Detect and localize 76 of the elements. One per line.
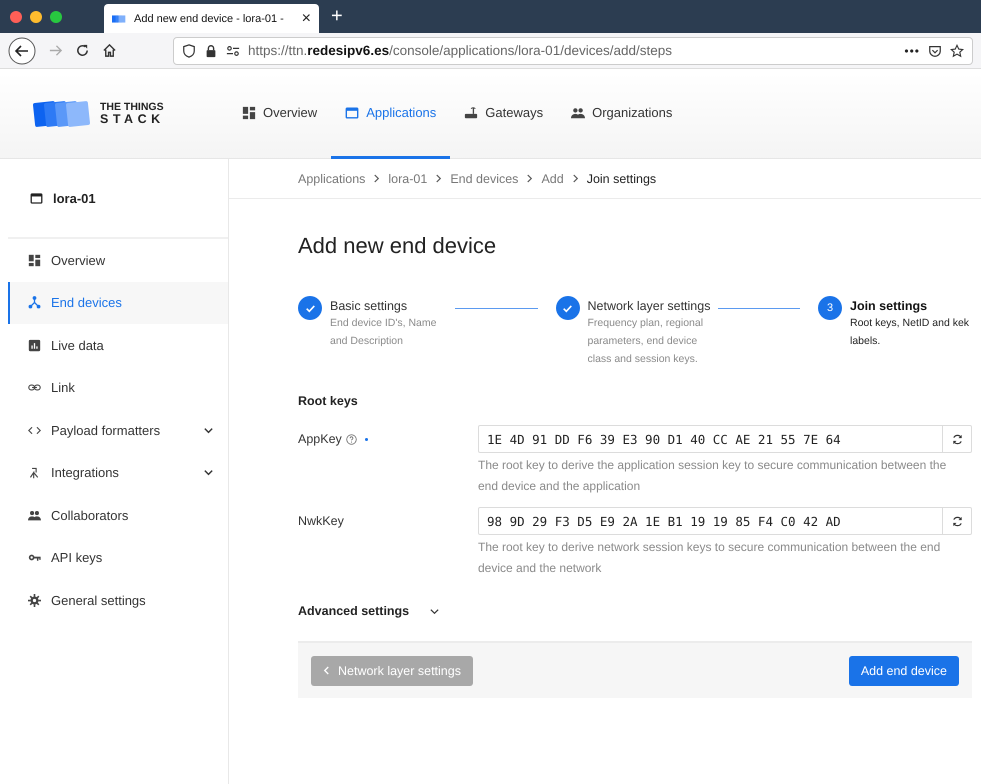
refresh-icon (950, 432, 964, 446)
router-icon (464, 106, 478, 120)
section-title: Root keys (298, 394, 359, 408)
step-title: Join settings (850, 299, 928, 313)
field-description: The root key to derive the application session key to secure communication between the end device and the application (478, 457, 948, 495)
dashboard-icon (28, 254, 41, 267)
step-title: Network layer settings (588, 299, 712, 313)
help-icon[interactable] (346, 434, 357, 444)
chevron-left-icon (323, 666, 330, 675)
logo-icon (112, 14, 128, 24)
nav-tab[interactable]: Gateways (450, 69, 558, 159)
dashboard-icon (242, 106, 256, 120)
breadcrumb-link[interactable]: lora-01 (388, 172, 428, 186)
logo-text: THE THINGS (100, 102, 165, 112)
home-icon[interactable] (102, 43, 117, 58)
chart-icon (28, 338, 41, 352)
regenerate-button[interactable] (942, 425, 972, 453)
sidebar-item[interactable]: General settings (8, 579, 228, 622)
field-description: The root key to derive network session keys to secure communication between the end device and the network (478, 539, 942, 577)
close-tab-button[interactable]: × (302, 10, 311, 28)
sidebar-item[interactable]: Live data (8, 324, 228, 366)
step-number: 3 (818, 296, 842, 320)
sidebar-item[interactable]: Link (8, 366, 228, 409)
step-description: Root keys, NetID and kek labels. (850, 316, 970, 349)
maximize-window-icon[interactable] (50, 10, 62, 22)
url-text: https://ttn.redesipv6.es/console/applications/lora-01/devices/add/steps (248, 43, 674, 58)
reload-icon[interactable] (75, 43, 90, 58)
window-icon (345, 106, 360, 120)
shield-icon (182, 44, 196, 58)
gear-icon (28, 594, 41, 607)
more-menu-button[interactable]: ••• (904, 44, 920, 58)
sidebar-item[interactable]: Collaborators (8, 494, 228, 536)
people-icon (28, 508, 41, 522)
lock-icon (204, 44, 218, 58)
chevron-right-icon (526, 174, 534, 183)
sidebar-item[interactable]: Integrations (8, 452, 228, 494)
chevron-right-icon (373, 174, 380, 183)
people-icon (571, 106, 586, 120)
chevron-right-icon (435, 174, 442, 183)
advanced-settings-toggle[interactable]: Advanced settings (298, 604, 410, 618)
chevron-right-icon (572, 174, 579, 183)
breadcrumb-link[interactable]: End devices (450, 172, 518, 186)
sidebar-item[interactable]: Overview (8, 239, 228, 282)
browser-tab[interactable]: Add new end device - lora-01 - × (104, 4, 319, 33)
sidebar-item[interactable]: Payload formatters (8, 409, 228, 452)
step-description: End device ID's, Name and Description (330, 316, 438, 349)
field-label: NwkKey (298, 514, 344, 528)
tab-title: Add new end device - lora-01 - (134, 12, 285, 24)
add-end-device-button[interactable]: Add end device (848, 656, 959, 686)
nav-tab[interactable]: Organizations (557, 69, 686, 159)
nav-tab[interactable]: Overview (228, 69, 332, 159)
sidebar-item[interactable]: API keys (8, 536, 228, 579)
field-label: AppKey (298, 432, 342, 446)
address-bar[interactable]: https://ttn.redesipv6.es/console/applications/lora-01/devices/add/steps ••• (173, 36, 973, 64)
close-window-icon[interactable] (10, 10, 22, 22)
nav-tab[interactable]: Applications (331, 69, 450, 159)
key-input-field[interactable]: 98 9D 29 F3 D5 E9 2A 1E B1 19 19 85 F4 C0 42 AD (478, 507, 942, 535)
regenerate-button[interactable] (942, 507, 972, 535)
key-input-field[interactable]: 1E 4D 91 DD F6 39 E3 90 D1 40 CC AE 21 55 7E 64 (478, 425, 942, 453)
breadcrumb-link[interactable]: Applications (298, 172, 366, 186)
back-button[interactable] (8, 36, 36, 64)
window-icon (30, 192, 43, 204)
logo-text: STACK (100, 112, 165, 125)
step-description: Frequency plan, regional parameters, end device class and session keys. (588, 316, 704, 367)
network-icon (28, 296, 41, 310)
sidebar-item[interactable]: End devices (8, 282, 228, 324)
breadcrumb-link[interactable]: Add (541, 172, 564, 186)
breadcrumb-link[interactable]: Join settings (586, 172, 656, 186)
step-title: Basic settings (330, 299, 408, 313)
star-icon[interactable] (950, 44, 964, 58)
page-title: Add new end device (298, 233, 498, 259)
minimize-window-icon[interactable] (30, 10, 42, 22)
application-name: lora-01 (53, 190, 96, 206)
refresh-icon (950, 514, 964, 528)
logo-icon (32, 98, 92, 128)
new-tab-button[interactable]: + (331, 5, 343, 28)
